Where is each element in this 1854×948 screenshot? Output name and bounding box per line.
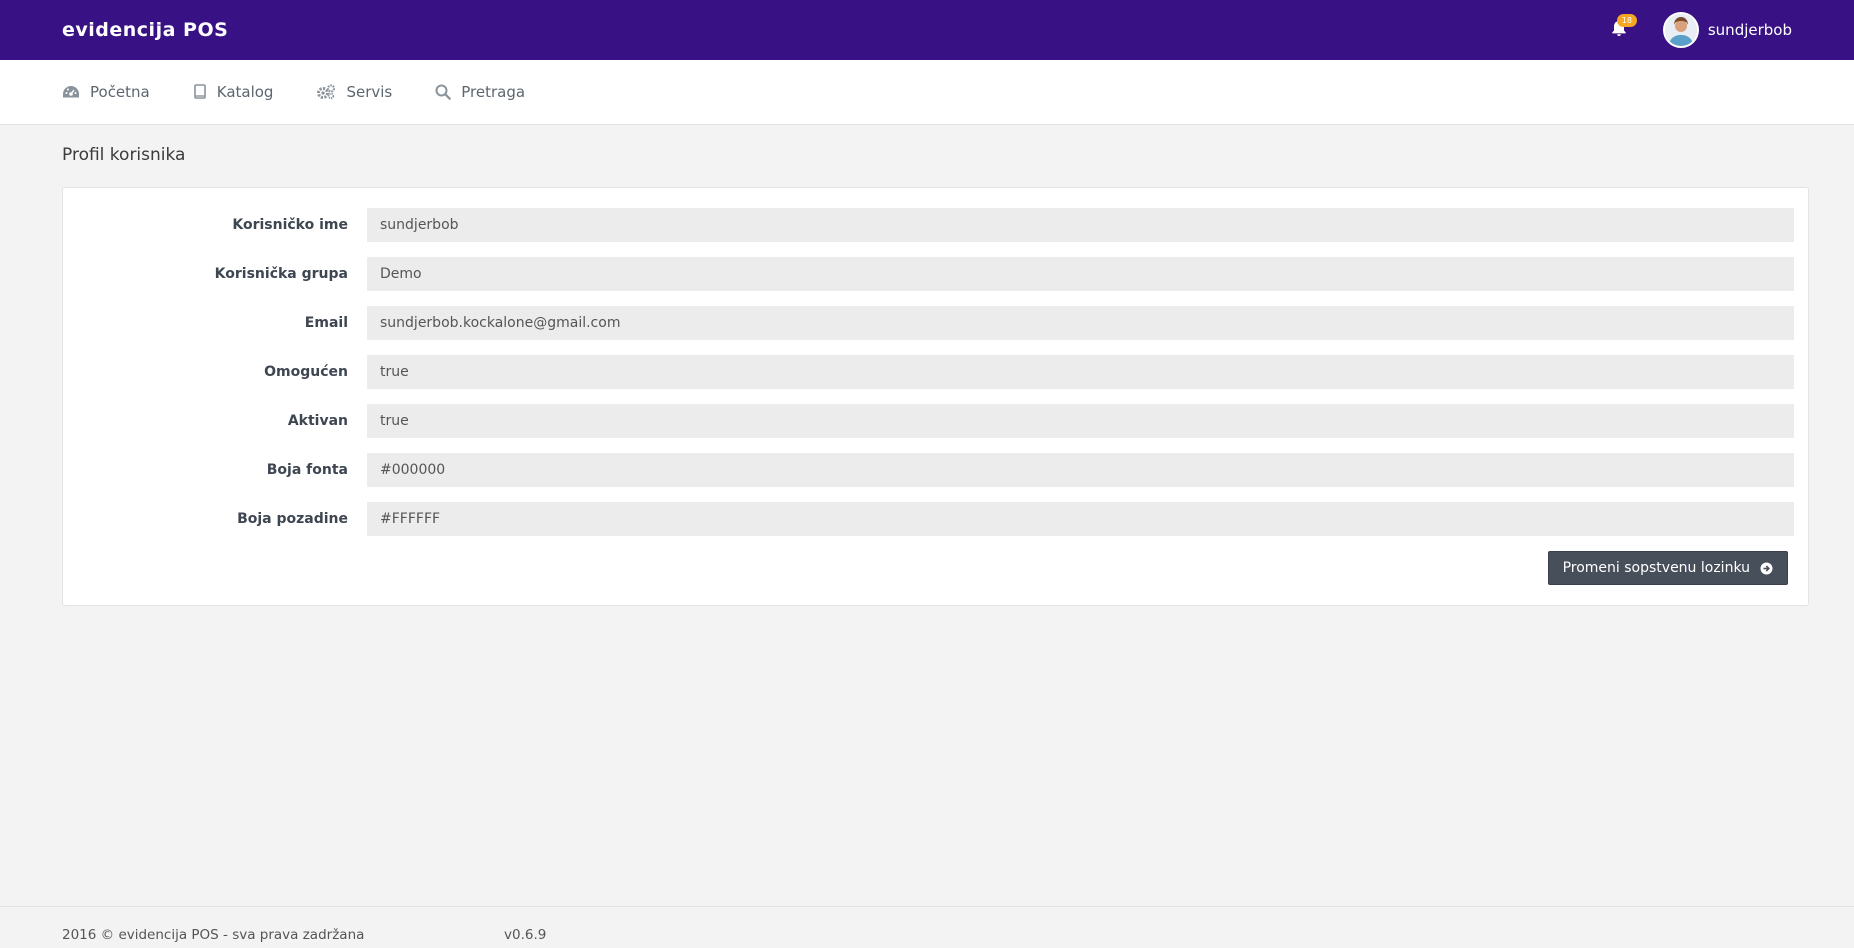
footer-copyright: 2016 © evidencija POS - sva prava zadrža… [62, 927, 365, 943]
brand-title[interactable]: evidencija POS [62, 19, 228, 41]
active-field[interactable]: true [367, 404, 1794, 438]
gears-icon [316, 84, 336, 100]
avatar[interactable] [1662, 12, 1699, 48]
notification-count-badge: 18 [1616, 14, 1637, 27]
nav-label-pretraga: Pretraga [461, 83, 526, 101]
search-icon [435, 84, 452, 100]
form-row-active: Aktivan true [63, 404, 1808, 438]
top-bar: evidencija POS 18 sundjerbob [0, 0, 1854, 60]
username-field[interactable]: sundjerbob [367, 208, 1794, 242]
nav-label-katalog: Katalog [216, 83, 274, 101]
change-password-label: Promeni sopstvenu lozinku [1562, 560, 1750, 576]
arrow-circle-right-icon [1760, 562, 1773, 575]
email-field[interactable]: sundjerbob.kockalone@gmail.com [367, 306, 1794, 340]
page-title: Profil korisnika [62, 145, 186, 165]
profile-card: Korisničko ime sundjerbob Korisnička gru… [62, 187, 1809, 606]
nav-label-servis: Servis [346, 83, 393, 101]
font-color-field[interactable]: #000000 [367, 453, 1794, 487]
field-label-active: Aktivan [287, 413, 348, 429]
footer: 2016 © evidencija POS - sva prava zadrža… [0, 906, 1854, 948]
background-color-field[interactable]: #FFFFFF [367, 502, 1794, 536]
field-label-email: Email [304, 315, 348, 331]
form-row-enabled: Omogućen true [63, 355, 1808, 389]
form-row-font-color: Boja fonta #000000 [63, 453, 1808, 487]
form-row-group: Korisnička grupa Demo [63, 257, 1808, 291]
form-row-username: Korisničko ime sundjerbob [63, 208, 1808, 242]
footer-version: v0.6.9 [504, 927, 547, 943]
field-label-username: Korisničko ime [232, 217, 348, 233]
nav-label-pocetna: Početna [90, 83, 150, 101]
nav-item-katalog[interactable]: Katalog [193, 83, 274, 101]
enabled-field[interactable]: true [367, 355, 1794, 389]
form-row-background-color: Boja pozadine #FFFFFF [63, 502, 1808, 536]
dashboard-icon [62, 85, 80, 99]
nav-item-pocetna[interactable]: Početna [62, 83, 150, 101]
top-right-area: 18 sundjerbob [1605, 12, 1792, 48]
main-nav: Početna Katalog Servis Pretraga [0, 60, 1854, 125]
field-label-group: Korisnička grupa [214, 266, 348, 282]
username-link[interactable]: sundjerbob [1708, 21, 1792, 39]
field-label-background-color: Boja pozadine [237, 511, 348, 527]
notifications-button[interactable]: 18 [1605, 14, 1637, 44]
book-icon [193, 84, 207, 100]
field-label-enabled: Omogućen [264, 364, 348, 380]
user-group-field[interactable]: Demo [367, 257, 1794, 291]
form-row-email: Email sundjerbob.kockalone@gmail.com [63, 306, 1808, 340]
field-label-font-color: Boja fonta [266, 462, 348, 478]
change-password-button[interactable]: Promeni sopstvenu lozinku [1547, 551, 1788, 585]
nav-item-pretraga[interactable]: Pretraga [435, 83, 525, 101]
nav-item-servis[interactable]: Servis [316, 83, 392, 101]
